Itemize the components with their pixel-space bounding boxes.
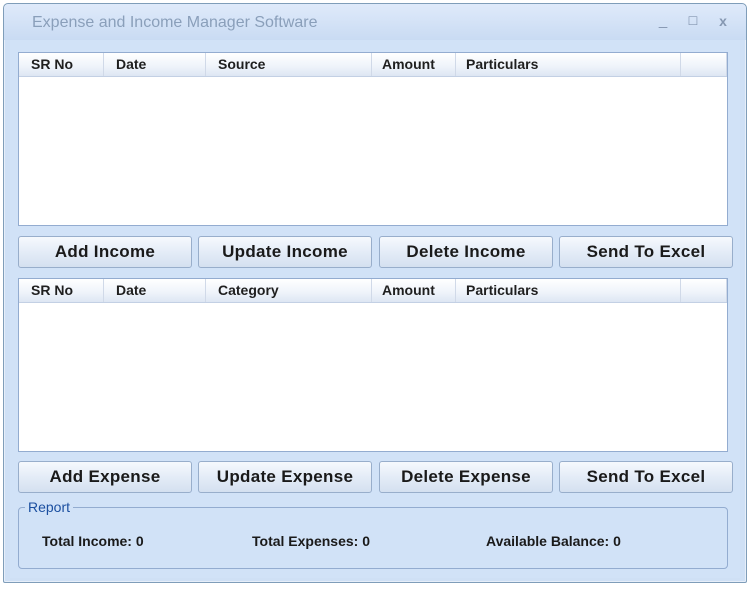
maximize-icon[interactable]: ☐ bbox=[684, 12, 702, 30]
expense-col-sr-no[interactable]: SR No bbox=[19, 279, 104, 302]
update-expense-button[interactable]: Update Expense bbox=[198, 461, 372, 493]
income-col-source[interactable]: Source bbox=[206, 53, 372, 76]
expense-col-date[interactable]: Date bbox=[104, 279, 206, 302]
delete-expense-button[interactable]: Delete Expense bbox=[379, 461, 553, 493]
expense-col-particulars[interactable]: Particulars bbox=[456, 279, 681, 302]
report-groupbox: Report Total Income: 0 Total Expenses: 0… bbox=[18, 499, 728, 569]
income-col-date[interactable]: Date bbox=[104, 53, 206, 76]
add-income-button[interactable]: Add Income bbox=[18, 236, 192, 268]
income-col-filler bbox=[681, 53, 727, 76]
income-col-amount[interactable]: Amount bbox=[372, 53, 456, 76]
close-icon[interactable]: x bbox=[714, 12, 732, 30]
income-send-to-excel-button[interactable]: Send To Excel bbox=[559, 236, 733, 268]
report-legend: Report bbox=[25, 499, 74, 515]
update-income-button[interactable]: Update Income bbox=[198, 236, 372, 268]
expense-col-amount[interactable]: Amount bbox=[372, 279, 456, 302]
add-expense-button[interactable]: Add Expense bbox=[18, 461, 192, 493]
available-balance-label: Available Balance: 0 bbox=[486, 533, 621, 549]
total-income-label: Total Income: 0 bbox=[42, 533, 144, 549]
expense-send-to-excel-button[interactable]: Send To Excel bbox=[559, 461, 733, 493]
total-expenses-label: Total Expenses: 0 bbox=[252, 533, 371, 549]
income-col-particulars[interactable]: Particulars bbox=[456, 53, 681, 76]
income-col-sr-no[interactable]: SR No bbox=[19, 53, 104, 76]
title-bar[interactable]: Expense and Income Manager Software _ ☐ … bbox=[4, 4, 746, 40]
delete-income-button[interactable]: Delete Income bbox=[379, 236, 553, 268]
app-window: Expense and Income Manager Software _ ☐ … bbox=[3, 3, 747, 583]
income-list[interactable]: SR No Date Source Amount Particulars bbox=[18, 52, 728, 226]
client-area: SR No Date Source Amount Particulars Add… bbox=[10, 40, 740, 578]
window-title: Expense and Income Manager Software bbox=[32, 14, 318, 31]
expense-col-filler bbox=[681, 279, 727, 302]
income-list-header: SR No Date Source Amount Particulars bbox=[19, 53, 727, 77]
expense-col-category[interactable]: Category bbox=[206, 279, 372, 302]
expense-list[interactable]: SR No Date Category Amount Particulars bbox=[18, 278, 728, 452]
expense-list-header: SR No Date Category Amount Particulars bbox=[19, 279, 727, 303]
minimize-icon[interactable]: _ bbox=[654, 12, 672, 30]
